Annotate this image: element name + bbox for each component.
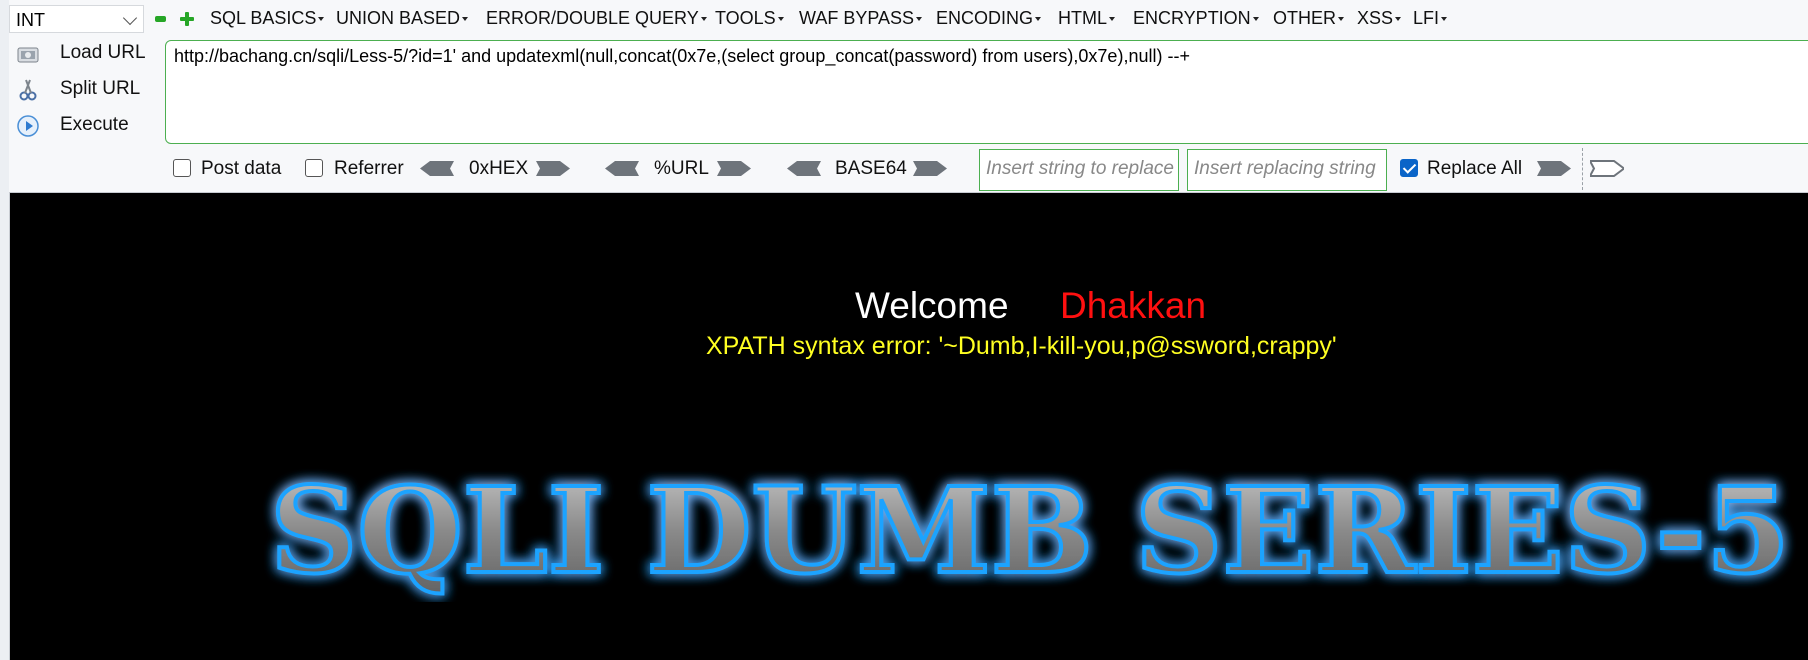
chevron-down-icon bbox=[122, 10, 138, 26]
referrer-checkbox[interactable] bbox=[305, 159, 323, 177]
welcome-text: Welcome bbox=[855, 285, 1009, 326]
referrer-label: Referrer bbox=[334, 158, 404, 179]
split-url-button[interactable]: Split URL bbox=[12, 74, 162, 106]
menu-label: OTHER bbox=[1273, 8, 1336, 28]
menu-html[interactable]: HTML bbox=[1058, 8, 1115, 29]
execute-button[interactable]: Execute bbox=[12, 110, 162, 142]
dropdown-arrow-icon bbox=[1035, 17, 1042, 22]
url-input[interactable]: http://bachang.cn/sqli/Less-5/?id=1' and… bbox=[165, 40, 1808, 144]
url-decode-arrow-icon[interactable] bbox=[605, 159, 639, 178]
execute-label: Execute bbox=[60, 114, 129, 135]
menu-label: XSS bbox=[1357, 8, 1394, 28]
menu-label: ENCODING bbox=[936, 8, 1034, 28]
decrement-icon[interactable] bbox=[155, 16, 166, 22]
error-message: XPATH syntax error: '~Dumb,I-kill-you,p@… bbox=[706, 332, 1337, 360]
menu-label: ERROR/DOUBLE QUERY bbox=[486, 8, 699, 28]
toolbar-divider bbox=[1582, 148, 1584, 190]
replace-all-checkbox[interactable] bbox=[1400, 159, 1418, 177]
logo-text: SQLI DUMB SERIES-5 bbox=[270, 461, 1790, 600]
base64-label: BASE64 bbox=[835, 158, 907, 179]
dropdown-arrow-icon bbox=[1338, 17, 1344, 22]
scissors-icon bbox=[19, 79, 37, 101]
dropdown-arrow-icon bbox=[777, 17, 784, 22]
type-dropdown[interactable]: INT bbox=[9, 5, 144, 33]
url-enc-label: %URL bbox=[654, 158, 709, 179]
split-url-label: Split URL bbox=[60, 78, 141, 99]
type-dropdown-value: INT bbox=[16, 10, 45, 30]
menu-sql-basics[interactable]: SQL BASICS bbox=[210, 8, 325, 29]
dropdown-arrow-icon bbox=[700, 17, 707, 22]
post-data-checkbox[interactable] bbox=[173, 159, 191, 177]
hex-decode-arrow-icon[interactable] bbox=[420, 159, 454, 178]
username-text: Dhakkan bbox=[1060, 285, 1207, 326]
hex-encode-arrow-icon[interactable] bbox=[536, 159, 570, 178]
sqli-dumb-series-logo: SQLI DUMB SERIES-5 bbox=[268, 459, 1792, 602]
dropdown-arrow-icon bbox=[462, 17, 469, 22]
menu-xss[interactable]: XSS bbox=[1357, 8, 1402, 29]
menu-label: LFI bbox=[1413, 8, 1440, 28]
replace-string-input[interactable]: Insert replacing string bbox=[1187, 149, 1387, 191]
menu-waf-bypass[interactable]: WAF BYPASS bbox=[799, 8, 923, 29]
base64-encode-arrow-icon[interactable] bbox=[913, 159, 947, 178]
hackbar-page: INT SQL BASICS UNION BASED ERROR/DOUBLE … bbox=[0, 0, 1808, 660]
menu-lfi[interactable]: LFI bbox=[1413, 8, 1448, 29]
url-input-value: http://bachang.cn/sqli/Less-5/?id=1' and… bbox=[174, 46, 1190, 66]
increment-icon[interactable] bbox=[180, 12, 194, 26]
menu-error-double-query[interactable]: ERROR/DOUBLE QUERY bbox=[486, 8, 707, 29]
replace-all-label: Replace All bbox=[1427, 158, 1523, 179]
menu-label: HTML bbox=[1058, 8, 1107, 28]
menu-label: SQL BASICS bbox=[210, 8, 317, 28]
dropdown-arrow-icon bbox=[916, 17, 923, 22]
menu-label: ENCRYPTION bbox=[1133, 8, 1251, 28]
dropdown-arrow-icon bbox=[1252, 17, 1259, 22]
menu-tools[interactable]: TOOLS bbox=[715, 8, 784, 29]
replace-all-arrow-icon[interactable] bbox=[1590, 159, 1624, 178]
play-icon bbox=[17, 115, 39, 137]
menu-other[interactable]: OTHER bbox=[1273, 8, 1344, 29]
base64-decode-arrow-icon[interactable] bbox=[787, 159, 821, 178]
load-url-icon bbox=[17, 47, 39, 63]
find-string-input[interactable]: Insert string to replace bbox=[979, 149, 1179, 191]
menu-label: UNION BASED bbox=[336, 8, 461, 28]
menu-union-based[interactable]: UNION BASED bbox=[336, 8, 469, 29]
url-encode-arrow-icon[interactable] bbox=[717, 159, 751, 178]
dropdown-arrow-icon bbox=[1109, 17, 1115, 22]
menu-label: TOOLS bbox=[715, 8, 776, 28]
menu-encoding[interactable]: ENCODING bbox=[936, 8, 1042, 29]
hex-label: 0xHEX bbox=[469, 158, 529, 179]
menu-label: WAF BYPASS bbox=[799, 8, 915, 28]
menu-encryption[interactable]: ENCRYPTION bbox=[1133, 8, 1259, 29]
post-data-label: Post data bbox=[201, 158, 282, 179]
load-url-label: Load URL bbox=[60, 42, 146, 63]
dropdown-arrow-icon bbox=[1441, 17, 1448, 22]
dropdown-arrow-icon bbox=[318, 17, 325, 22]
replace-arrow-icon[interactable] bbox=[1537, 159, 1571, 178]
load-url-button[interactable]: Load URL bbox=[12, 38, 162, 70]
dropdown-arrow-icon bbox=[1395, 17, 1402, 22]
